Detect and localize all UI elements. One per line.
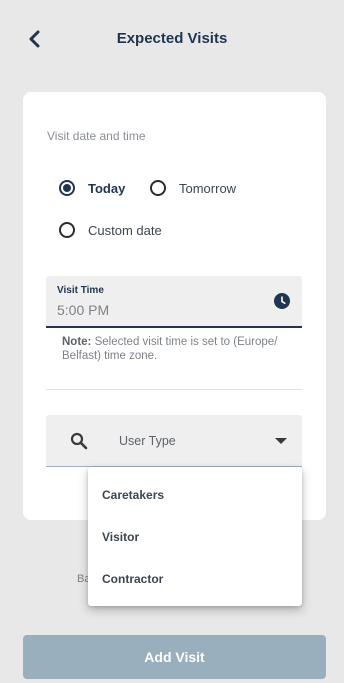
add-visit-button[interactable]: Add Visit <box>23 635 326 679</box>
radio-label: Custom date <box>88 222 162 238</box>
radio-tomorrow[interactable]: Tomorrow <box>150 180 236 196</box>
radio-today[interactable]: Today <box>59 180 125 196</box>
dropdown-option-contractor[interactable]: Contractor <box>88 558 302 600</box>
visit-time-field[interactable]: Visit Time 5:00 PM <box>46 276 302 328</box>
page-title: Expected Visits <box>116 30 228 47</box>
radio-label: Tomorrow <box>179 180 237 196</box>
caret-down-icon <box>275 438 287 444</box>
header: Expected Visits <box>0 0 344 80</box>
user-type-dropdown: Caretakers Visitor Contractor <box>88 467 302 606</box>
note-text: Selected visit time is set to (Europe/ B… <box>62 336 278 362</box>
dropdown-option-visitor[interactable]: Visitor <box>88 516 302 558</box>
user-type-placeholder: User Type <box>119 434 176 448</box>
dropdown-option-caretakers[interactable]: Caretakers <box>88 474 302 516</box>
radio-button[interactable] <box>59 222 75 238</box>
timezone-note: Note: Selected visit time is set to (Eur… <box>62 335 302 363</box>
divider <box>46 389 302 390</box>
user-type-select[interactable]: User Type <box>46 415 302 467</box>
clock-icon[interactable] <box>274 293 290 309</box>
visit-time-label: Visit Time <box>57 285 104 296</box>
visit-form-card: Visit date and time Today Tomorrow Custo… <box>23 92 326 520</box>
search-icon <box>70 432 88 450</box>
section-label: Visit date and time <box>47 129 146 143</box>
radio-button[interactable] <box>150 180 166 196</box>
radio-custom-date[interactable]: Custom date <box>59 222 162 238</box>
note-prefix: Note: <box>62 336 92 348</box>
radio-button[interactable] <box>59 180 75 196</box>
radio-label: Today <box>88 180 126 196</box>
visit-time-value: 5:00 PM <box>57 302 110 318</box>
